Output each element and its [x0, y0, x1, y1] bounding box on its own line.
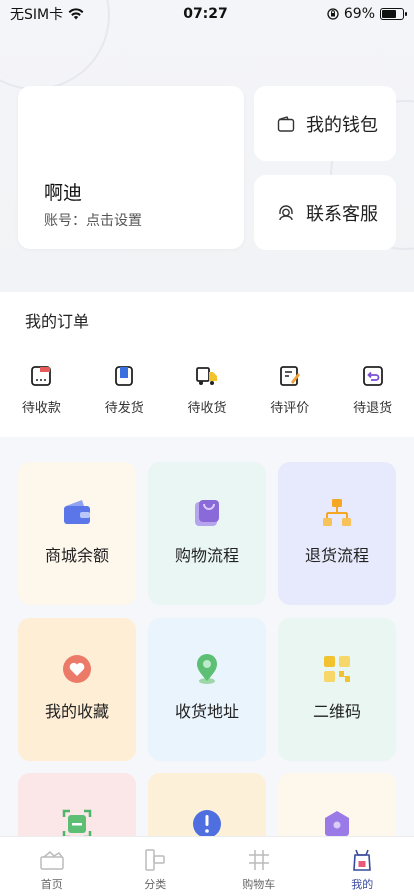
tab-bar: 首页 分类 购物车 我的: [0, 836, 414, 896]
order-status-label: 待收款: [21, 401, 61, 416]
service-tile-mall-balance[interactable]: 商城余额: [18, 462, 136, 605]
service-tile-shopping-process[interactable]: 购物流程: [148, 462, 266, 605]
tab-label: 首页: [40, 878, 63, 891]
profile-icon: [353, 849, 372, 871]
tab-cart[interactable]: 购物车: [207, 837, 311, 896]
tab-category[interactable]: 分类: [104, 837, 208, 896]
favorites-icon: [63, 655, 91, 683]
pending-return-icon: [362, 366, 383, 386]
service-label: 我的收藏: [44, 702, 109, 721]
service-label: 二维码: [312, 702, 361, 721]
order-status-label: 待发货: [104, 401, 144, 416]
orders-section: 我的订单 待收款 待发货 待收货 待评价 待退货: [0, 292, 414, 437]
order-status-pending-return[interactable]: 待退货: [331, 364, 414, 416]
pending-review-icon: [279, 366, 300, 386]
clock: 07:27: [183, 6, 228, 22]
order-status-pending-payment[interactable]: 待收款: [0, 364, 83, 416]
pending-payment-icon: [31, 366, 52, 386]
service-label: 购物流程: [174, 546, 239, 565]
service-tile-favorites[interactable]: 我的收藏: [18, 618, 136, 761]
service-tile-return-process[interactable]: 退货流程: [278, 462, 396, 605]
order-status-pending-review[interactable]: 待评价: [248, 364, 331, 416]
tab-home[interactable]: 首页: [0, 837, 104, 896]
wallet-button[interactable]: 我的钱包: [254, 86, 396, 161]
service-label: 收货地址: [174, 702, 239, 721]
battery-level: [382, 10, 396, 18]
service-tile-qr-code[interactable]: 二维码: [278, 618, 396, 761]
battery-percent: 69%: [343, 6, 375, 22]
order-status-pending-shipment[interactable]: 待发货: [83, 364, 166, 416]
wallet-balance-icon: [64, 500, 90, 524]
order-status-label: 待收货: [187, 401, 227, 416]
battery-icon: [380, 8, 407, 20]
profile-card[interactable]: 啊迪 账号：点击设置: [18, 86, 244, 249]
qr-code-icon: [324, 656, 350, 682]
pending-shipment-icon: [115, 366, 134, 386]
pending-receipt-icon: [196, 367, 217, 385]
location-pin-icon: [197, 654, 217, 684]
service-tile-shipping-address[interactable]: 收货地址: [148, 618, 266, 761]
headset-icon: [279, 204, 293, 220]
tab-label: 我的: [351, 878, 374, 891]
wallet-icon: [277, 115, 295, 132]
tab-profile[interactable]: 我的: [311, 837, 414, 896]
tab-label: 分类: [144, 878, 167, 891]
orientation-lock-icon: [327, 8, 339, 20]
service-label: 商城余额: [44, 546, 109, 565]
order-status-label: 待评价: [270, 401, 310, 416]
wifi-icon: [68, 8, 84, 20]
orders-title: 我的订单: [25, 312, 90, 331]
status-bar: 无SIM卡 07:27 69%: [0, 0, 414, 28]
service-label: 退货流程: [304, 546, 369, 565]
customer-service-label: 联系客服: [306, 203, 378, 225]
user-name: 啊迪: [44, 182, 83, 204]
shopping-process-icon: [195, 500, 219, 526]
tab-label: 购物车: [242, 878, 276, 891]
customer-service-button[interactable]: 联系客服: [254, 175, 396, 250]
order-status-label: 待退货: [353, 401, 393, 416]
account-setting-link[interactable]: 账号：点击设置: [44, 210, 142, 230]
order-status-pending-receipt[interactable]: 待收货: [166, 364, 249, 416]
home-icon: [40, 850, 64, 870]
carrier-label: 无SIM卡: [10, 7, 64, 23]
wallet-label: 我的钱包: [306, 114, 378, 136]
cart-icon: [248, 850, 269, 870]
category-icon: [145, 849, 165, 871]
return-process-icon: [323, 499, 351, 526]
